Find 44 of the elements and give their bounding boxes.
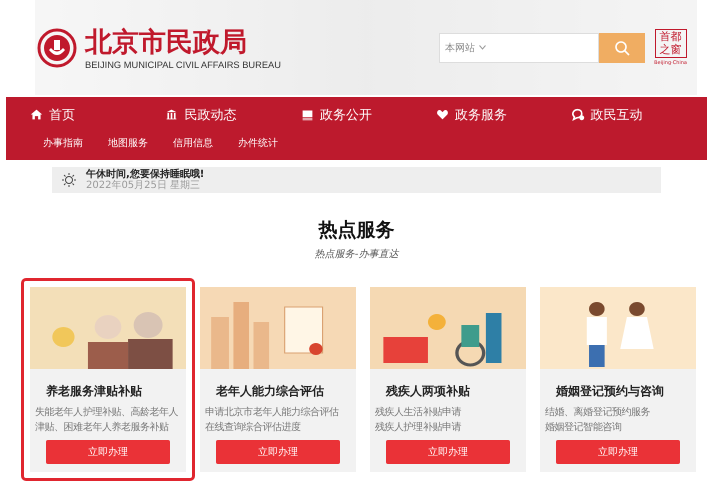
apply-button[interactable]: 立即办理 — [46, 440, 170, 464]
card-title: 残疾人两项补贴 — [386, 383, 471, 400]
card-description: 申请北京市老年人能力综合评估 — [205, 406, 340, 420]
search-field[interactable]: 本网站 — [439, 32, 600, 62]
heart-icon — [436, 108, 450, 121]
nav-item[interactable]: 民政动态 — [165, 106, 301, 124]
notice-date: 2022年05月25日 星期三 — [86, 180, 202, 191]
nav-item[interactable]: 政民互动 — [572, 106, 708, 124]
document-icon — [300, 108, 314, 121]
subnav-link[interactable]: 办事指南 — [43, 136, 83, 150]
site-subtitle: BEIJING MUNICIPAL CIVIL AFFAIRS BUREAU — [85, 60, 281, 70]
card-title: 养老服务津贴补贴 — [46, 383, 143, 400]
home-icon — [30, 108, 43, 121]
nav-item[interactable]: 政务公开 — [300, 106, 436, 124]
subnav-link[interactable]: 地图服务 — [108, 136, 148, 150]
notice-message: 午休时间,您要保持睡眠哦! — [86, 169, 204, 180]
chat-bubble-icon — [572, 108, 585, 121]
apply-button[interactable]: 立即办理 — [556, 440, 680, 464]
card-description: 婚姻登记智能咨询 — [545, 420, 622, 435]
card-description: 残疾人护理补贴申请 — [375, 420, 462, 435]
seal-logo: 首都之窗 — [654, 28, 687, 58]
nav-item[interactable]: 政务服务 — [436, 106, 572, 124]
search-icon — [614, 40, 630, 56]
card-title: 老年人能力综合评估 — [216, 383, 325, 400]
card-description: 结婚、离婚登记预约服务 — [545, 406, 652, 420]
nav-item[interactable]: 首页 — [30, 106, 166, 124]
search-button[interactable] — [599, 32, 646, 62]
emblem-logo-icon — [37, 28, 77, 68]
card-title: 婚姻登记预约与咨询 — [556, 383, 665, 400]
card-description: 津贴、困难老年人养老服务补贴 — [35, 420, 170, 435]
card-description: 在线查询综合评估进度 — [205, 420, 302, 435]
sun-icon — [62, 172, 76, 188]
apply-button[interactable]: 立即办理 — [386, 440, 510, 464]
section-subtitle: 热点服务-办事直达 — [314, 248, 398, 261]
subnav-link[interactable]: 信用信息 — [173, 136, 213, 150]
columns-building-icon — [165, 108, 178, 121]
search-scope[interactable]: 本网站 — [445, 40, 476, 54]
card-description: 残疾人生活补贴申请 — [375, 406, 462, 420]
subnav-link[interactable]: 办件统计 — [238, 136, 278, 150]
apply-button[interactable]: 立即办理 — [216, 440, 340, 464]
card-description: 失能老年人护理补贴、高龄老年人 — [35, 406, 180, 420]
site-title: 北京市民政局 — [85, 29, 248, 56]
section-title: 热点服务 — [318, 218, 394, 243]
caret-icon — [479, 45, 486, 50]
